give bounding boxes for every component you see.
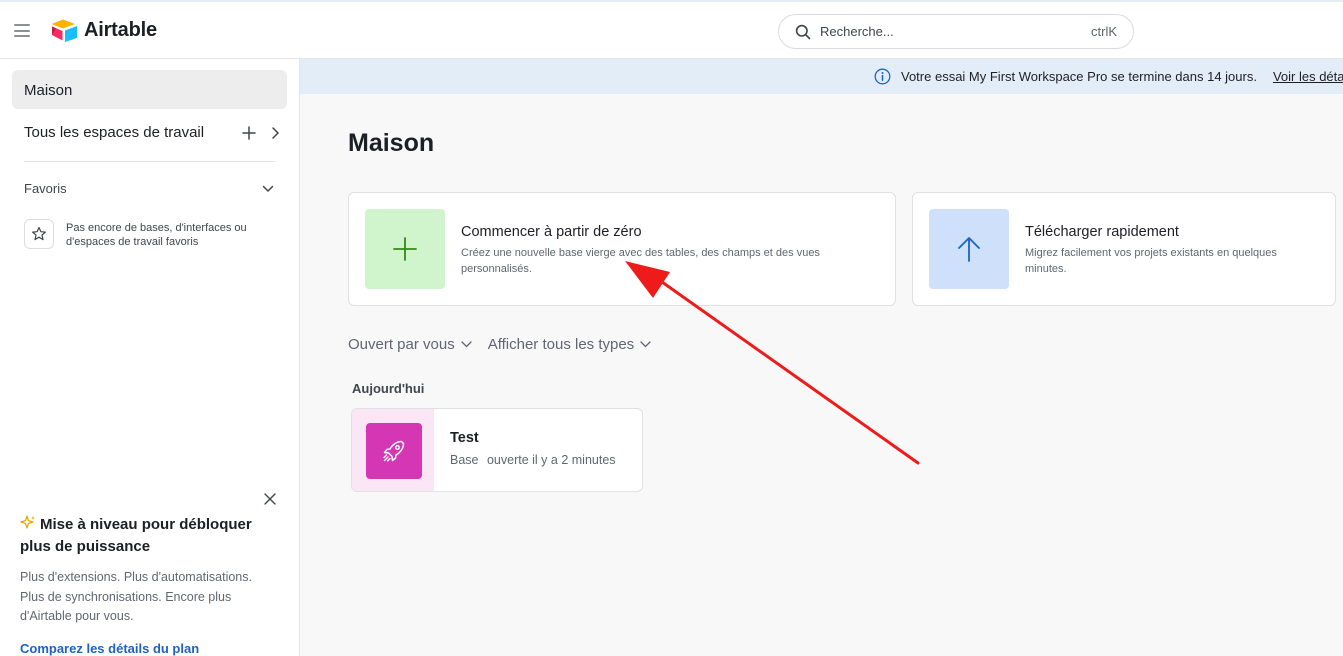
trial-banner: Votre essai My First Workspace Pro se te…	[300, 59, 1343, 94]
base-name: Test	[450, 430, 479, 446]
arrow-up-icon	[958, 237, 980, 262]
banner-details-link[interactable]: Voir les détails	[1273, 69, 1343, 84]
banner-text: Votre essai My First Workspace Pro se te…	[901, 69, 1257, 84]
chevron-down-icon	[640, 341, 651, 348]
base-meta: Base ouverte il y a 2 minutes	[450, 453, 616, 467]
page-title: Maison	[348, 129, 435, 157]
base-type: Base	[450, 453, 479, 467]
quick-upload-card[interactable]: Télécharger rapidement Migrez facilement…	[912, 192, 1336, 306]
sparkle-icon	[20, 515, 35, 529]
card-description: Créez une nouvelle base vierge avec des …	[461, 247, 820, 275]
card-description: Migrez facilement vos projets existants …	[1025, 247, 1277, 275]
add-workspace-plus-icon[interactable]	[242, 125, 256, 140]
chevron-right-icon[interactable]	[270, 126, 280, 140]
base-card-accent	[352, 409, 434, 491]
sidebar-item-workspaces[interactable]: Tous les espaces de travail	[24, 124, 280, 141]
start-from-scratch-card[interactable]: Commencer à partir de zéro Créez une nou…	[348, 192, 896, 306]
search-icon	[795, 24, 811, 39]
plus-icon	[393, 237, 417, 261]
sidebar-item-home[interactable]: Maison	[12, 70, 287, 109]
card-title: Commencer à partir de zéro	[461, 224, 642, 240]
section-today: Aujourd'hui	[352, 381, 425, 396]
app-name: Airtable	[84, 18, 157, 41]
search-placeholder: Recherche...	[820, 24, 894, 39]
sidebar-item-label: Tous les espaces de travail	[24, 124, 205, 141]
filter-label: Ouvert par vous	[348, 336, 455, 353]
airtable-logo-icon	[51, 19, 77, 42]
upgrade-title-row: Mise à niveau pour débloquer plus de pui…	[20, 514, 282, 558]
menu-icon[interactable]	[14, 24, 30, 37]
chevron-down-icon	[262, 185, 274, 192]
top-bar: Airtable Recherche... ctrlK	[0, 0, 1343, 59]
airtable-logo[interactable]: Airtable	[51, 18, 157, 42]
base-card-test[interactable]: Test Base ouverte il y a 2 minutes	[351, 408, 643, 492]
chevron-down-icon	[461, 341, 472, 348]
upgrade-title: Mise à niveau pour débloquer plus de pui…	[20, 516, 252, 555]
favorites-empty-text: Pas encore de bases, d'interfaces ou d'e…	[66, 222, 247, 248]
favorites-header[interactable]: Favoris	[24, 181, 274, 196]
card-tile	[365, 209, 445, 289]
types-filter[interactable]: Afficher tous les types	[488, 336, 651, 353]
upgrade-description: Plus d'extensions. Plus d'automatisation…	[20, 570, 252, 623]
search-input[interactable]: Recherche... ctrlK	[778, 14, 1134, 49]
info-icon	[874, 68, 891, 85]
filter-bar: Ouvert par vous Afficher tous les types	[348, 336, 667, 353]
favorites-empty-state: Pas encore de bases, d'interfaces ou d'e…	[24, 219, 274, 249]
close-icon[interactable]	[264, 492, 276, 510]
card-title: Télécharger rapidement	[1025, 224, 1179, 240]
base-opened: ouverte il y a 2 minutes	[486, 453, 616, 467]
card-tile	[929, 209, 1009, 289]
opened-by-filter[interactable]: Ouvert par vous	[348, 336, 472, 353]
compare-plans-link[interactable]: Comparez les détails du plan	[20, 641, 199, 656]
sidebar: Maison Tous les espaces de travail Favor…	[0, 59, 300, 656]
favorites-title: Favoris	[24, 181, 67, 196]
main-content: Votre essai My First Workspace Pro se te…	[300, 59, 1343, 656]
search-shortcut: ctrlK	[1091, 24, 1117, 39]
filter-label: Afficher tous les types	[487, 336, 635, 353]
divider	[24, 161, 275, 162]
star-icon	[24, 219, 54, 249]
rocket-icon	[366, 423, 422, 479]
